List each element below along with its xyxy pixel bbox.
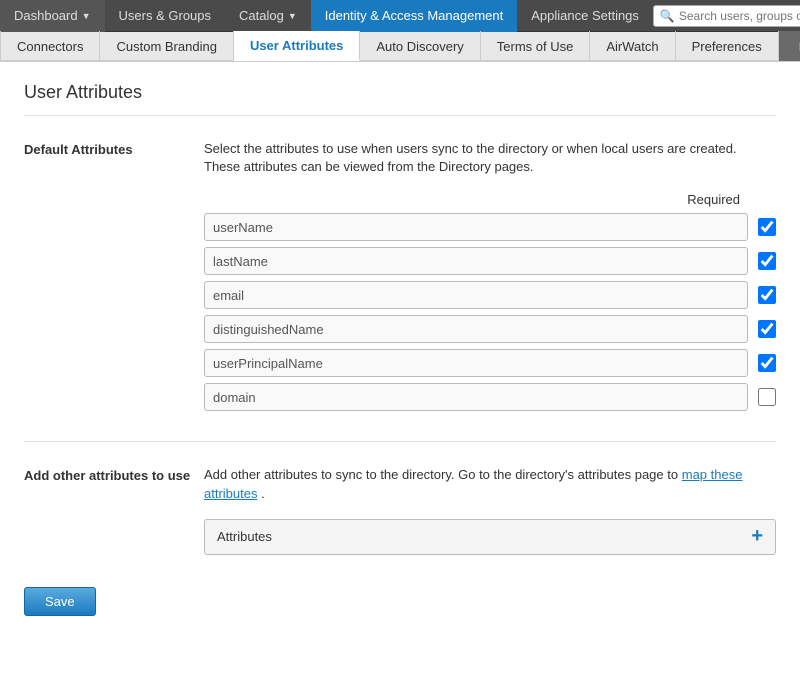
sub-nav: Connectors Custom Branding User Attribut… [0, 32, 800, 62]
page-content: User Attributes Default Attributes Selec… [0, 62, 800, 697]
userprincipalname-input[interactable] [204, 349, 748, 377]
distinguishedname-required-checkbox[interactable] [758, 320, 776, 338]
default-attributes-section: Default Attributes Select the attributes… [24, 140, 776, 442]
distinguishedname-input[interactable] [204, 315, 748, 343]
identity-access-label: Identity & Access Management [325, 8, 503, 23]
subnav-airwatch[interactable]: AirWatch [590, 31, 675, 61]
catalog-dropdown-icon: ▼ [288, 11, 297, 21]
save-button[interactable]: Save [24, 587, 96, 616]
email-input[interactable] [204, 281, 748, 309]
domain-input[interactable] [204, 383, 748, 411]
attributes-bar-label: Attributes [217, 529, 751, 544]
userprincipalname-required-checkbox[interactable] [758, 354, 776, 372]
required-header: Required [204, 192, 776, 207]
add-attributes-label: Add other attributes to use [24, 466, 204, 554]
username-required-checkbox[interactable] [758, 218, 776, 236]
attr-row-distinguishedname [204, 315, 776, 343]
lastname-required-checkbox[interactable] [758, 252, 776, 270]
nav-users-groups[interactable]: Users & Groups [105, 0, 225, 32]
subnav-connectors[interactable]: Connectors [0, 31, 100, 61]
default-attributes-description: Select the attributes to use when users … [204, 140, 776, 176]
page-title: User Attributes [24, 82, 776, 116]
lastname-input[interactable] [204, 247, 748, 275]
subnav-user-attributes[interactable]: User Attributes [234, 31, 360, 61]
manage-button[interactable]: Manage [779, 31, 800, 61]
top-nav: Dashboard ▼ Users & Groups Catalog ▼ Ide… [0, 0, 800, 32]
add-attribute-button[interactable]: + [751, 525, 763, 548]
domain-required-checkbox[interactable] [758, 388, 776, 406]
attr-row-userprincipalname [204, 349, 776, 377]
subnav-custom-branding[interactable]: Custom Branding [100, 31, 233, 61]
add-attributes-description: Add other attributes to sync to the dire… [204, 466, 776, 502]
default-attributes-content: Select the attributes to use when users … [204, 140, 776, 417]
attributes-bar: Attributes + [204, 519, 776, 555]
nav-appliance-settings[interactable]: Appliance Settings [517, 0, 653, 32]
dashboard-dropdown-icon: ▼ [82, 11, 91, 21]
dashboard-label: Dashboard [14, 8, 78, 23]
attr-row-email [204, 281, 776, 309]
attr-row-username [204, 213, 776, 241]
catalog-label: Catalog [239, 8, 284, 23]
add-attributes-content: Add other attributes to sync to the dire… [204, 466, 776, 554]
users-groups-label: Users & Groups [119, 8, 211, 23]
subnav-terms-of-use[interactable]: Terms of Use [481, 31, 591, 61]
email-required-checkbox[interactable] [758, 286, 776, 304]
attr-row-domain [204, 383, 776, 411]
default-attributes-label: Default Attributes [24, 140, 204, 417]
search-icon: 🔍 [660, 9, 675, 23]
subnav-preferences[interactable]: Preferences [676, 31, 779, 61]
nav-dashboard[interactable]: Dashboard ▼ [0, 0, 105, 32]
attr-row-lastname [204, 247, 776, 275]
search-bar: 🔍 [653, 5, 800, 27]
add-attributes-section: Add other attributes to use Add other at… [24, 466, 776, 554]
search-input[interactable] [679, 9, 800, 23]
subnav-auto-discovery[interactable]: Auto Discovery [360, 31, 480, 61]
appliance-settings-label: Appliance Settings [531, 8, 639, 23]
nav-identity-access[interactable]: Identity & Access Management [311, 0, 517, 32]
username-input[interactable] [204, 213, 748, 241]
nav-catalog[interactable]: Catalog ▼ [225, 0, 311, 32]
